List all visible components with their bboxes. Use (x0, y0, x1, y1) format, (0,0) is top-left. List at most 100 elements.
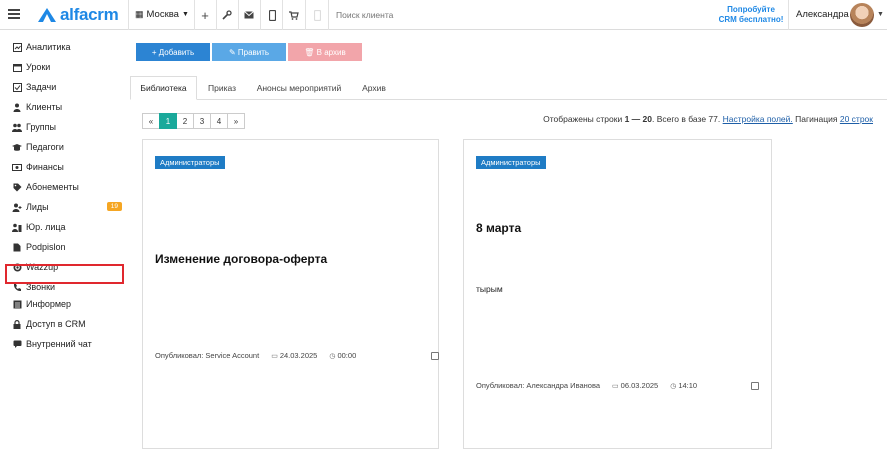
sidebar-item-label: Группы (26, 122, 56, 132)
top-bar: alfacrm ▦ Москва ▼ + Попробуйте CRM бесп… (0, 0, 887, 30)
city-label: Москва (146, 9, 179, 20)
page-4-button[interactable]: 4 (210, 113, 228, 129)
sidebar-item-leads[interactable]: Лиды 19 (12, 200, 122, 214)
plus-icon[interactable]: + (199, 8, 211, 23)
tab-order[interactable]: Приказ (197, 76, 247, 100)
card-title: Изменение договора-оферта (155, 252, 328, 266)
rows-info: Отображены строки 1 — 20. Всего в базе 7… (543, 114, 873, 124)
money-icon (12, 162, 22, 172)
user-name[interactable]: Александра (796, 9, 849, 20)
avatar[interactable] (850, 3, 874, 27)
card-date: ▭ 24.03.2025 (271, 351, 317, 360)
sidebar-item-label: Задачи (26, 82, 57, 92)
building-icon (12, 222, 22, 232)
promo-line-2: CRM бесплатно! (718, 15, 784, 24)
card-time: ◷ 14:10 (670, 381, 697, 390)
page-1-button[interactable]: 1 (159, 113, 177, 129)
rows-total: . Всего в базе 77. (651, 114, 721, 124)
chevron-down-icon[interactable]: ▼ (877, 11, 884, 18)
card-date-value: 06.03.2025 (620, 381, 659, 390)
sidebar-item-label: Аналитика (26, 42, 71, 52)
page-prev-button[interactable]: « (142, 113, 160, 129)
page-next-button[interactable]: » (227, 113, 245, 129)
page-2-button[interactable]: 2 (176, 113, 194, 129)
card-author: Опубликовал: Service Account (155, 351, 260, 360)
sidebar-item-label: Внутренний чат (26, 339, 92, 349)
analytics-icon (12, 42, 22, 52)
building-icon: ▦ (135, 9, 144, 19)
disabled-mobile-icon (311, 8, 323, 22)
action-toolbar: + Добавить ✎ Править 🗑 В архив (136, 43, 364, 61)
sidebar-item-teachers[interactable]: Педагоги (12, 140, 122, 154)
search-input[interactable] (336, 10, 536, 20)
menu-icon[interactable] (8, 9, 20, 19)
clock-icon: ◷ (329, 352, 336, 360)
wrench-icon[interactable] (221, 8, 233, 22)
news-card[interactable]: Администраторы 8 марта тырым Опубликовал… (463, 139, 772, 449)
clock-icon: ◷ (670, 382, 677, 390)
card-text: тырым (476, 284, 503, 294)
cart-icon[interactable] (288, 8, 300, 22)
client-icon (12, 102, 22, 112)
sidebar-item-groups[interactable]: Группы (12, 120, 122, 134)
mail-icon[interactable] (243, 8, 255, 22)
pagination-label: Пагинация (795, 114, 838, 124)
page-3-button[interactable]: 3 (193, 113, 211, 129)
card-title: 8 марта (476, 221, 522, 235)
select-checkbox[interactable] (751, 382, 759, 390)
sidebar-item-label: Финансы (26, 162, 64, 172)
add-button[interactable]: + Добавить (136, 43, 210, 61)
sidebar-item-finance[interactable]: Финансы (12, 160, 122, 174)
card-meta: Опубликовал: Service Account ▭ 24.03.2025… (155, 351, 368, 360)
archive-button[interactable]: 🗑 В архив (288, 43, 362, 61)
mobile-icon[interactable] (266, 8, 278, 22)
sidebar-item-label: Лиды (26, 202, 49, 212)
teacher-icon (12, 142, 22, 152)
sidebar-item-legal-entities[interactable]: Юр. лица (12, 220, 122, 234)
city-selector[interactable]: ▦ Москва ▼ (135, 9, 189, 20)
chat-icon (12, 339, 22, 349)
sidebar-item-clients[interactable]: Клиенты (12, 100, 122, 114)
sidebar-item-label: Уроки (26, 62, 51, 72)
edit-button[interactable]: ✎ Править (212, 43, 286, 61)
tag-icon (12, 182, 22, 192)
tab-events[interactable]: Анонсы мероприятий (247, 76, 351, 100)
divider (305, 0, 306, 30)
divider (788, 0, 789, 30)
divider (328, 0, 329, 30)
lead-icon (12, 202, 22, 212)
tasks-icon (12, 82, 22, 92)
tab-library[interactable]: Библиотека (130, 76, 197, 100)
sidebar-item-crm-access[interactable]: Доступ в CRM (12, 317, 122, 331)
sidebar-item-label: Абонементы (26, 182, 79, 192)
sidebar-item-podpislon[interactable]: Podpislon (12, 240, 122, 254)
news-card[interactable]: Администраторы Изменение договора-оферта… (142, 139, 439, 449)
rows-range: 1 — 20 (624, 114, 652, 124)
logo[interactable]: alfacrm (38, 5, 119, 25)
sidebar-item-analytics[interactable]: Аналитика (12, 40, 122, 54)
category-badge: Администраторы (155, 156, 225, 169)
chevron-down-icon: ▼ (181, 11, 189, 18)
divider (216, 0, 217, 30)
calendar-icon: ▭ (271, 352, 278, 360)
sidebar-item-lessons[interactable]: Уроки (12, 60, 122, 74)
sidebar-item-subscriptions[interactable]: Абонементы (12, 180, 122, 194)
sidebar-item-tasks[interactable]: Задачи (12, 80, 122, 94)
calendar-icon (12, 62, 22, 72)
main-content: + Добавить ✎ Править 🗑 В архив Библиотек… (130, 30, 887, 453)
sidebar-item-internal-chat[interactable]: Внутренний чат (12, 337, 122, 351)
rows-per-page-link[interactable]: 20 строк (840, 114, 873, 124)
document-icon (12, 242, 22, 252)
divider (194, 0, 195, 30)
sidebar-item-label: Клиенты (26, 102, 63, 112)
list-icon (12, 299, 22, 309)
card-author: Опубликовал: Александра Иванова (476, 381, 601, 390)
divider (128, 0, 129, 30)
card-date: ▭ 06.03.2025 (612, 381, 658, 390)
field-settings-link[interactable]: Настройка полей. (723, 114, 793, 124)
sidebar-item-informer[interactable]: Информер (12, 297, 122, 311)
category-badge: Администраторы (476, 156, 546, 169)
tab-archive[interactable]: Архив (351, 76, 397, 100)
promo-link[interactable]: Попробуйте CRM бесплатно! (716, 5, 786, 25)
select-checkbox[interactable] (431, 352, 439, 360)
